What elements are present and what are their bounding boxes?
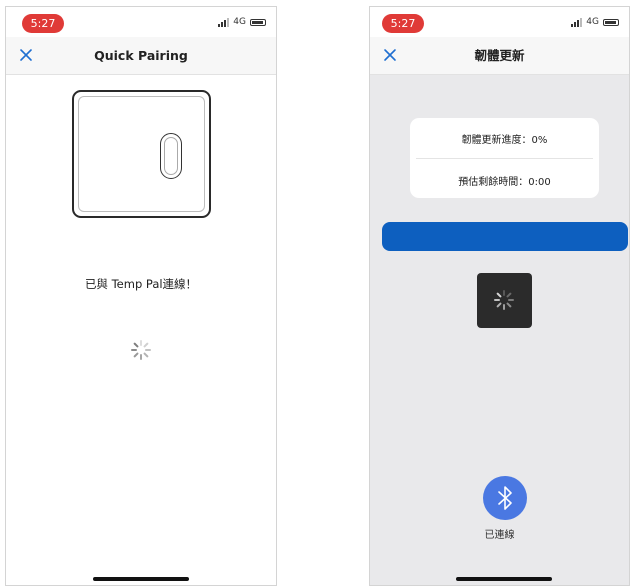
status-indicators: 4G bbox=[218, 17, 266, 27]
remaining-time-text: 預估剩餘時間：0:00 bbox=[458, 177, 551, 188]
loading-overlay bbox=[477, 273, 532, 328]
nav-bar: 韌體更新 bbox=[370, 37, 629, 75]
status-bar: 5:27 4G bbox=[370, 7, 629, 37]
connection-status-text: 已與 Temp Pal連線！ bbox=[84, 277, 198, 291]
signal-icon bbox=[571, 17, 583, 27]
quick-pairing-screen: 5:27 4G Quick Pairing 已與 Temp Pal連線！ bbox=[5, 6, 277, 586]
status-time: 5:27 bbox=[382, 14, 424, 33]
home-indicator[interactable] bbox=[93, 577, 189, 581]
firmware-update-screen: 5:27 4G 韌體更新 韌體更新進度：0% 預估剩餘時間：0:00 已連線 bbox=[369, 6, 630, 586]
update-progress-bar bbox=[382, 222, 628, 251]
status-indicators: 4G bbox=[571, 17, 619, 27]
home-indicator[interactable] bbox=[456, 577, 552, 581]
nav-bar: Quick Pairing bbox=[6, 37, 276, 75]
device-image bbox=[72, 90, 211, 218]
status-bar: 5:27 4G bbox=[6, 7, 276, 37]
battery-icon bbox=[603, 18, 619, 26]
battery-icon bbox=[250, 18, 266, 26]
device-button-illustration bbox=[160, 133, 182, 179]
card-divider bbox=[416, 158, 593, 159]
page-title: 韌體更新 bbox=[474, 48, 525, 63]
bluetooth-icon bbox=[498, 486, 512, 510]
status-time: 5:27 bbox=[22, 14, 64, 33]
bluetooth-status-label: 已連線 bbox=[484, 530, 515, 541]
network-label: 4G bbox=[586, 17, 599, 27]
loading-spinner-icon bbox=[493, 289, 515, 311]
update-progress-card: 韌體更新進度：0% 預估剩餘時間：0:00 bbox=[410, 118, 599, 198]
signal-icon bbox=[218, 17, 230, 27]
network-label: 4G bbox=[233, 17, 246, 27]
bluetooth-button[interactable] bbox=[483, 476, 527, 520]
page-title: Quick Pairing bbox=[94, 48, 188, 63]
update-progress-text: 韌體更新進度：0% bbox=[461, 135, 548, 146]
loading-spinner-icon bbox=[130, 339, 152, 361]
